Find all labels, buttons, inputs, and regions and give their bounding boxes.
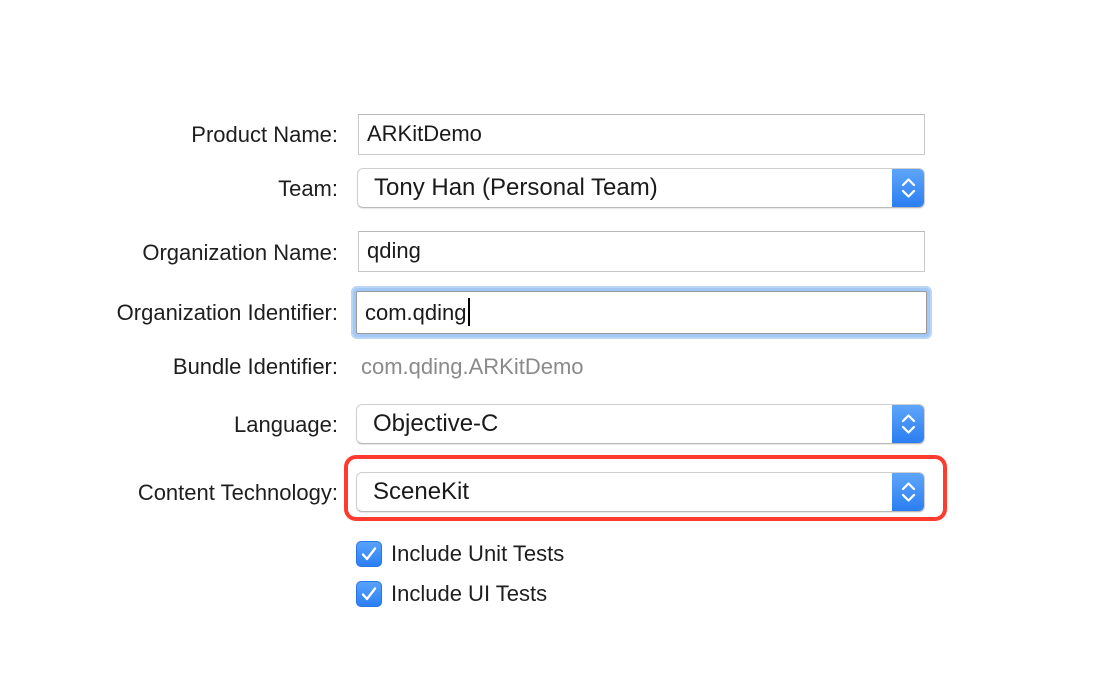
include-unit-tests-row[interactable]: Include Unit Tests <box>356 540 564 568</box>
language-value: Objective-C <box>373 410 499 437</box>
product-name-field[interactable]: ARKitDemo <box>358 114 925 155</box>
highlight-annotation <box>344 455 947 521</box>
include-ui-tests-checkbox[interactable] <box>356 581 382 607</box>
organization-name-value: qding <box>367 238 421 263</box>
include-unit-tests-checkbox[interactable] <box>356 541 382 567</box>
product-name-label: Product Name: <box>191 122 338 147</box>
bundle-identifier-label: Bundle Identifier: <box>172 354 338 379</box>
language-label: Language: <box>234 412 338 437</box>
team-popup[interactable]: Tony Han (Personal Team) <box>357 168 925 208</box>
text-caret <box>467 298 470 326</box>
product-name-value: ARKitDemo <box>367 121 482 146</box>
organization-name-field[interactable]: qding <box>358 231 925 272</box>
chevron-up-down-icon <box>892 405 924 443</box>
chevron-up-down-icon <box>892 169 924 207</box>
checkmark-icon <box>361 547 377 561</box>
organization-identifier-field[interactable]: com.qding <box>356 291 927 334</box>
organization-identifier-value: com.qding <box>365 300 467 325</box>
team-value: Tony Han (Personal Team) <box>374 174 658 201</box>
checkmark-icon <box>361 587 377 601</box>
language-popup[interactable]: Objective-C <box>356 404 925 444</box>
include-unit-tests-label[interactable]: Include Unit Tests <box>391 540 564 568</box>
team-label: Team: <box>278 176 338 201</box>
organization-identifier-label: Organization Identifier: <box>116 300 338 325</box>
organization-name-label: Organization Name: <box>142 240 338 265</box>
include-ui-tests-row[interactable]: Include UI Tests <box>356 580 547 608</box>
include-ui-tests-label[interactable]: Include UI Tests <box>391 580 547 608</box>
bundle-identifier-value: com.qding.ARKitDemo <box>361 354 584 379</box>
content-technology-label: Content Technology: <box>137 480 338 505</box>
